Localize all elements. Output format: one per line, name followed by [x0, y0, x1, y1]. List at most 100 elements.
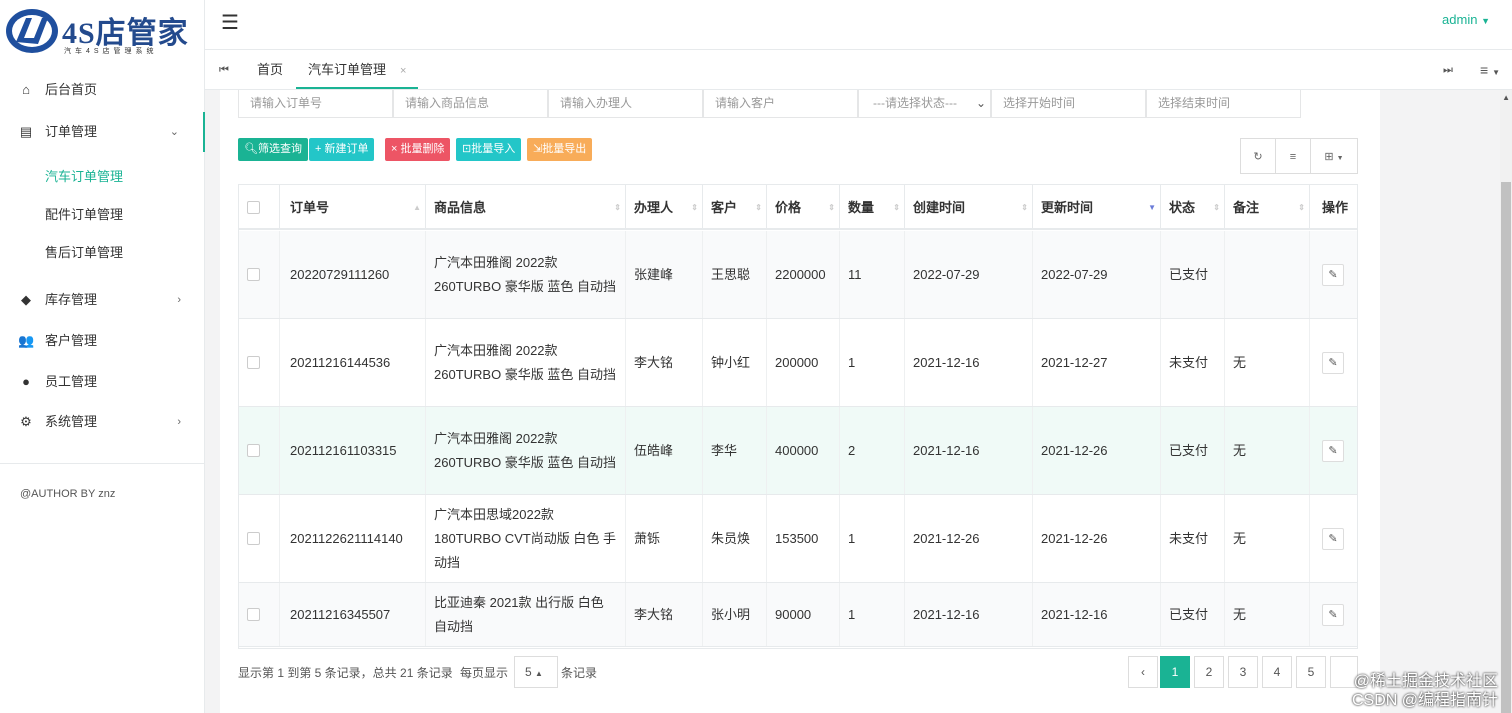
qty-cell: 1: [840, 583, 905, 646]
column-header-price[interactable]: 价格 ⇕: [767, 185, 840, 230]
order-number-cell: 20220729111260: [280, 231, 426, 318]
price-cell: 90000: [767, 583, 840, 646]
refresh-icon[interactable]: ↻: [1240, 138, 1276, 174]
table-row[interactable]: 20211226211141​40 广汽本田思域2022款 180TURBO CV…: [239, 495, 1357, 583]
scrollbar-thumb[interactable]: [1501, 182, 1511, 713]
logo-mark-icon: [6, 9, 58, 53]
column-header-note[interactable]: 备注 ⇕: [1225, 185, 1310, 230]
sidebar-subitem-aftersale-orders[interactable]: 售后订单管理: [0, 234, 205, 272]
start-date-input[interactable]: 选择开始时间: [991, 90, 1146, 118]
note-cell: 无: [1225, 583, 1310, 646]
handler-cell: 萧铄: [626, 495, 703, 582]
scroll-up-icon[interactable]: ▲: [1502, 93, 1510, 102]
filter-query-button[interactable]: 🔍︎筛选查询: [238, 138, 308, 161]
batch-import-button[interactable]: ⊡批量导入: [456, 138, 522, 161]
column-header-qty[interactable]: 数量 ⇕: [840, 185, 905, 230]
sidebar-item-label: 员工管理: [45, 374, 98, 389]
column-header-product[interactable]: 商品信息 ⇕: [426, 185, 626, 230]
edit-icon[interactable]: ✎: [1322, 351, 1344, 374]
sort-icon: ⇕: [691, 203, 698, 212]
page-button-1[interactable]: 1: [1160, 656, 1190, 688]
select-all-checkbox[interactable]: [247, 201, 260, 214]
tab-options-icon[interactable]: ≡ ▼: [1480, 50, 1500, 89]
column-header-status[interactable]: 状态 ⇕: [1161, 185, 1225, 230]
row-checkbox[interactable]: [247, 444, 260, 457]
column-label: 更新时间: [1041, 200, 1094, 215]
sidebar-item-orders[interactable]: ▤ 订单管理 ⌄: [0, 112, 205, 152]
updated-cell: 2021-12-26: [1033, 407, 1161, 494]
menu-toggle-icon[interactable]: ☰: [221, 10, 239, 35]
row-checkbox[interactable]: [247, 356, 260, 369]
vertical-scrollbar[interactable]: ▲: [1500, 90, 1512, 713]
sidebar-subitem-car-orders[interactable]: 汽车订单管理: [0, 158, 205, 196]
user-menu[interactable]: admin ▼: [1442, 12, 1490, 27]
product-cell: 广汽本田思域2022款 180TURBO CVT尚动版 白色 手动挡: [426, 495, 626, 582]
page-button-2[interactable]: 2: [1194, 656, 1224, 688]
page-button-4[interactable]: 4: [1262, 656, 1292, 688]
tab-close-icon[interactable]: ×: [400, 65, 406, 77]
toggle-view-icon[interactable]: ≡: [1275, 138, 1311, 174]
row-checkbox[interactable]: [247, 532, 260, 545]
sidebar-item-label: 客户管理: [45, 333, 98, 348]
tab-scroll-left-icon[interactable]: ⏮: [219, 50, 229, 89]
user-icon: ●: [22, 374, 30, 389]
column-header-customer[interactable]: 客户 ⇕: [703, 185, 767, 230]
row-checkbox-cell: [239, 495, 280, 582]
page-button-5[interactable]: 5: [1296, 656, 1326, 688]
page-size-select[interactable]: 5 ▲: [514, 656, 558, 688]
order-number-input[interactable]: 请输入订单号: [238, 90, 393, 118]
column-header-order[interactable]: 订单号 ▲: [280, 185, 426, 230]
users-icon: 👥: [18, 333, 35, 348]
sort-icon: ▲: [413, 203, 421, 212]
page-button-3[interactable]: 3: [1228, 656, 1258, 688]
order-number-cell: 20211216144536: [280, 319, 426, 406]
sort-icon: ⇕: [755, 203, 762, 212]
sidebar-item-staff[interactable]: ● 员工管理: [0, 362, 205, 402]
edit-icon[interactable]: ✎: [1322, 603, 1344, 626]
column-label: 客户: [711, 200, 738, 215]
tab-car-orders[interactable]: 汽车订单管理 ×: [296, 50, 419, 89]
table-row[interactable]: 20220729111260 广汽本田雅阁 2022款 260TURBO 豪华版 …: [239, 231, 1357, 319]
price-cell: 200000: [767, 319, 840, 406]
price-cell: 153500: [767, 495, 840, 582]
updated-cell: 2021-12-27: [1033, 319, 1161, 406]
product-input[interactable]: 请输入商品信息: [393, 90, 548, 118]
tab-scroll-right-icon[interactable]: ⏭: [1443, 50, 1453, 89]
edit-icon[interactable]: ✎: [1322, 439, 1344, 462]
watermark: @稀土掘金技术社区 CSDN @编程指南针: [1352, 672, 1498, 710]
column-header-updated[interactable]: 更新时间 ▼: [1033, 185, 1161, 230]
table-row[interactable]: 20211216144536 广汽本田雅阁 2022款 260TURBO 豪华版 …: [239, 319, 1357, 407]
import-icon: ⊡: [462, 143, 472, 155]
handler-cell: 李大铭: [626, 583, 703, 646]
status-cell: 已支付: [1161, 583, 1225, 646]
tab-home[interactable]: 首页: [257, 50, 283, 89]
end-date-input[interactable]: 选择结束时间: [1146, 90, 1301, 118]
edit-icon[interactable]: ✎: [1322, 263, 1344, 286]
sidebar-item-inventory[interactable]: ◆ 库存管理 ›: [0, 280, 205, 320]
handler-input[interactable]: 请输入办理人: [548, 90, 703, 118]
customer-cell: 张小明: [703, 583, 767, 646]
table-row[interactable]: 20211216110331​5 广汽本田雅阁 2022款 260TURBO 豪华…: [239, 407, 1357, 495]
sidebar-item-home[interactable]: ⌂ 后台首页: [0, 70, 205, 110]
edit-icon[interactable]: ✎: [1322, 527, 1344, 550]
orders-table: 订单号 ▲ 商品信息 ⇕ 办理人 ⇕ 客户 ⇕ 价格 ⇕ 数量 ⇕ 创建时间 ⇕ 更新时间 ▼ …: [238, 184, 1358, 649]
prev-page-button[interactable]: ‹: [1128, 656, 1158, 688]
product-cell: 广汽本田雅阁 2022款 260TURBO 豪华版 蓝色 自动挡: [426, 319, 626, 406]
batch-export-button[interactable]: ⇲批量导出: [527, 138, 593, 161]
customer-input[interactable]: 请输入客户: [703, 90, 858, 118]
header-checkbox[interactable]: [239, 185, 280, 230]
column-header-created[interactable]: 创建时间 ⇕: [905, 185, 1033, 230]
new-order-button[interactable]: + 新建订单: [309, 138, 375, 161]
sidebar-item-customers[interactable]: 👥 客户管理: [0, 320, 205, 362]
columns-icon[interactable]: ⊞ ▼: [1310, 138, 1358, 174]
column-header-handler[interactable]: 办理人 ⇕: [626, 185, 703, 230]
sidebar-subitem-parts-orders[interactable]: 配件订单管理: [0, 196, 205, 234]
created-cell: 2021-12-16: [905, 583, 1033, 646]
row-checkbox[interactable]: [247, 268, 260, 281]
row-checkbox[interactable]: [247, 608, 260, 621]
search-icon: 🔍︎: [244, 143, 258, 155]
table-row[interactable]: 20211216345507 比亚迪秦 2021款 出行版 白色 自动挡 李大铭 张小…: [239, 583, 1357, 647]
batch-delete-button[interactable]: × 批量删除: [385, 138, 451, 161]
status-select[interactable]: ---请选择状态--- ⌄: [858, 90, 991, 118]
sidebar-item-system[interactable]: ⚙ 系统管理 ›: [0, 402, 205, 442]
